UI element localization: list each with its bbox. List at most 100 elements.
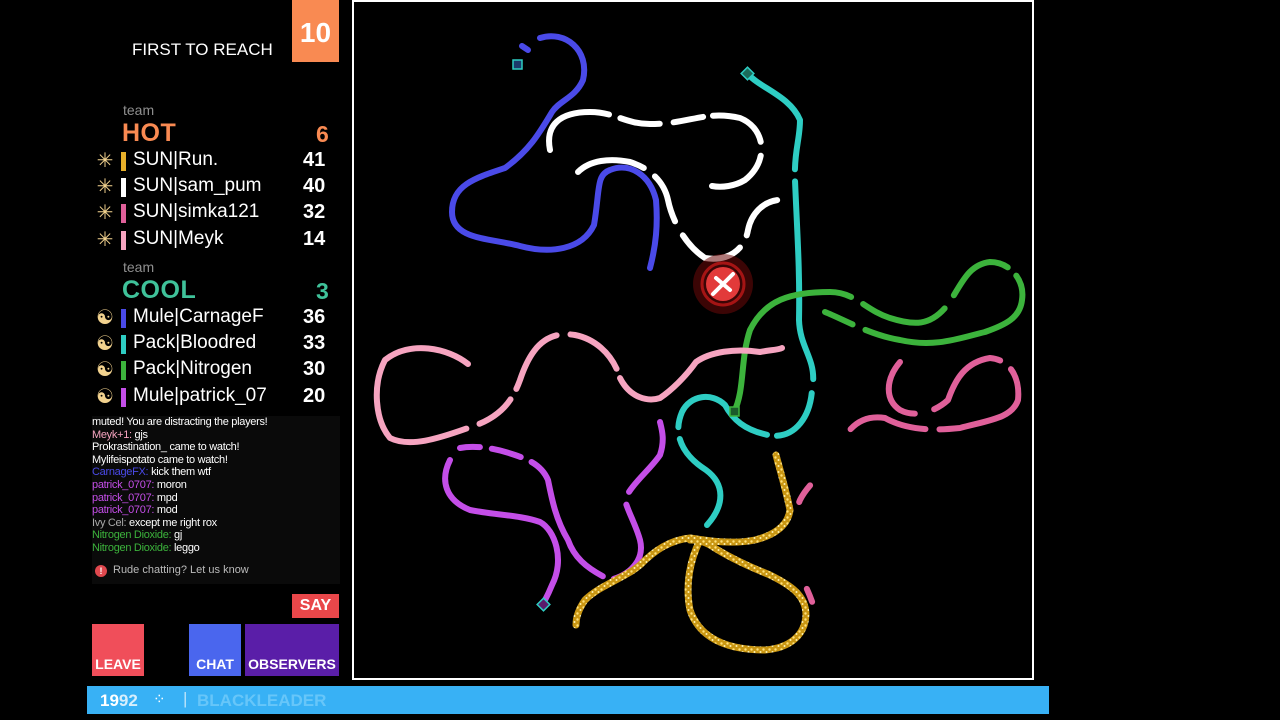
- chat-message: patrick_0707: mpd: [92, 492, 340, 505]
- network-icon: ⁘: [153, 691, 166, 708]
- team-cool-name: COOL: [122, 276, 197, 304]
- player-row[interactable]: ☯ Pack|Bloodred 33: [94, 332, 334, 358]
- snowflake-icon: ✳: [96, 150, 114, 172]
- chat-input[interactable]: [92, 592, 293, 622]
- yinyang-icon: ☯: [96, 333, 114, 355]
- player-row[interactable]: ✳ SUN|Run. 41: [94, 149, 334, 175]
- green-head-marker: [729, 406, 740, 417]
- yinyang-icon: ☯: [96, 359, 114, 381]
- chat-text: except me right rox: [126, 516, 217, 529]
- chat-message: patrick_0707: moron: [92, 479, 340, 492]
- player-name: SUN|Run.: [133, 149, 219, 170]
- team-hot-score: 6: [316, 121, 329, 147]
- year-display: 1992: [100, 691, 138, 710]
- green-trail: [731, 259, 1026, 415]
- chat-author: patrick_0707:: [92, 491, 155, 504]
- team-hot-tag: team: [123, 102, 155, 118]
- team-hot-name: HOT: [122, 119, 177, 147]
- player-score: 14: [303, 228, 326, 250]
- player-row[interactable]: ✳ SUN|simka121 32: [94, 201, 334, 227]
- report-text: Rude chatting? Let us know: [113, 564, 249, 576]
- snowflake-icon: ✳: [96, 202, 114, 224]
- blue-trail: [449, 33, 660, 271]
- game-arena[interactable]: [352, 0, 1034, 680]
- player-row[interactable]: ☯ Mule|CarnageF 36: [94, 306, 334, 332]
- player-score: 33: [303, 332, 326, 354]
- leave-button[interactable]: LEAVE: [92, 624, 144, 676]
- purple-trail: [457, 419, 666, 583]
- chat-author: Nitrogen Dioxide:: [92, 529, 172, 542]
- chat-text: kick them wtf: [148, 466, 211, 479]
- chat-text: gjs: [131, 428, 148, 441]
- chat-author: Meyk+1:: [92, 428, 132, 441]
- chat-text: moron: [154, 478, 187, 491]
- player-row[interactable]: ✳ SUN|Meyk 14: [94, 228, 334, 254]
- chat-message: Nitrogen Dioxide: leggo: [92, 542, 340, 555]
- chat-text: muted! You are distracting the players!: [92, 416, 268, 428]
- player-name: SUN|sam_pum: [133, 175, 262, 196]
- chat-message: Prokrastination_ came to watch!: [92, 441, 340, 454]
- player-name: Mule|CarnageF: [133, 306, 264, 327]
- player-row[interactable]: ☯ Pack|Nitrogen 30: [94, 358, 334, 384]
- light-pink-trail: [373, 331, 785, 446]
- scoreboard-panel: FIRST TO REACH 10 team HOT 6 ✳ SUN|Run. …: [0, 0, 352, 685]
- player-name: Pack|Nitrogen: [133, 358, 252, 379]
- player-color-bar: [121, 152, 126, 171]
- chat-author: CarnageFX:: [92, 466, 149, 479]
- chat-message: patrick_0707: mod: [92, 504, 340, 517]
- report-link[interactable]: ! Rude chatting? Let us know: [95, 564, 249, 577]
- chat-text: Prokrastination_ came to watch!: [92, 441, 240, 454]
- team-cool-score: 3: [316, 278, 329, 304]
- player-score: 41: [303, 149, 326, 171]
- chat-message: Nitrogen Dioxide: gj: [92, 529, 340, 542]
- player-color-bar: [121, 335, 126, 354]
- arena-trails: [373, 33, 1026, 654]
- chat-text: mod: [154, 504, 178, 517]
- player-color-bar: [121, 204, 126, 223]
- chat-author: Nitrogen Dioxide:: [92, 541, 172, 554]
- gold-trail: [572, 451, 794, 629]
- warning-icon: !: [95, 565, 107, 577]
- yinyang-icon: ☯: [96, 386, 114, 408]
- yinyang-icon: ☯: [96, 307, 114, 329]
- chat-message: CarnageFX: kick them wtf: [92, 466, 340, 479]
- player-score: 30: [303, 358, 326, 380]
- player-row[interactable]: ☯ Mule|patrick_07 20: [94, 385, 334, 411]
- player-name: SUN|Meyk: [133, 228, 224, 249]
- player-name: SUN|simka121: [133, 201, 260, 222]
- chat-message: Ivy Cel: except me right rox: [92, 517, 340, 530]
- chat-author: patrick_0707:: [92, 504, 155, 517]
- chat-text: gj: [171, 529, 182, 542]
- chat-message: muted! You are distracting the players!: [92, 416, 340, 429]
- leader-name: BLACKLEADER: [197, 691, 327, 710]
- chat-author: patrick_0707:: [92, 478, 155, 491]
- chat-button[interactable]: CHAT: [189, 624, 241, 676]
- say-button[interactable]: SAY: [292, 594, 339, 618]
- player-name: Mule|patrick_07: [133, 385, 267, 406]
- white-trail-2: [575, 157, 789, 262]
- goal-label: FIRST TO REACH: [132, 40, 273, 59]
- gold-trail-2: [684, 536, 810, 654]
- player-color-bar: [121, 309, 126, 328]
- player-row[interactable]: ✳ SUN|sam_pum 40: [94, 175, 334, 201]
- chat-log[interactable]: muted! You are distracting the players! …: [92, 416, 340, 584]
- player-score: 36: [303, 306, 326, 328]
- chat-text: Mylifeispotato came to watch!: [92, 453, 228, 466]
- player-color-bar: [121, 178, 126, 197]
- chat-author: Ivy Cel:: [92, 516, 127, 529]
- purple-trail-2: [442, 457, 561, 607]
- player-score: 20: [303, 385, 326, 407]
- team-cool-tag: team: [123, 259, 155, 275]
- player-color-bar: [121, 231, 126, 250]
- goal-value: 10: [292, 0, 339, 62]
- chat-text: mpd: [154, 491, 178, 504]
- snowflake-icon: ✳: [96, 176, 114, 198]
- player-score: 32: [303, 201, 326, 223]
- player-name: Pack|Bloodred: [133, 332, 257, 353]
- separator: |: [183, 689, 188, 708]
- observers-button[interactable]: OBSERVERS: [245, 624, 339, 676]
- chat-message: Mylifeispotato came to watch!: [92, 454, 340, 467]
- chat-text: leggo: [171, 541, 200, 554]
- chat-message: Meyk+1: gjs: [92, 429, 340, 442]
- magenta-trail: [789, 355, 1022, 645]
